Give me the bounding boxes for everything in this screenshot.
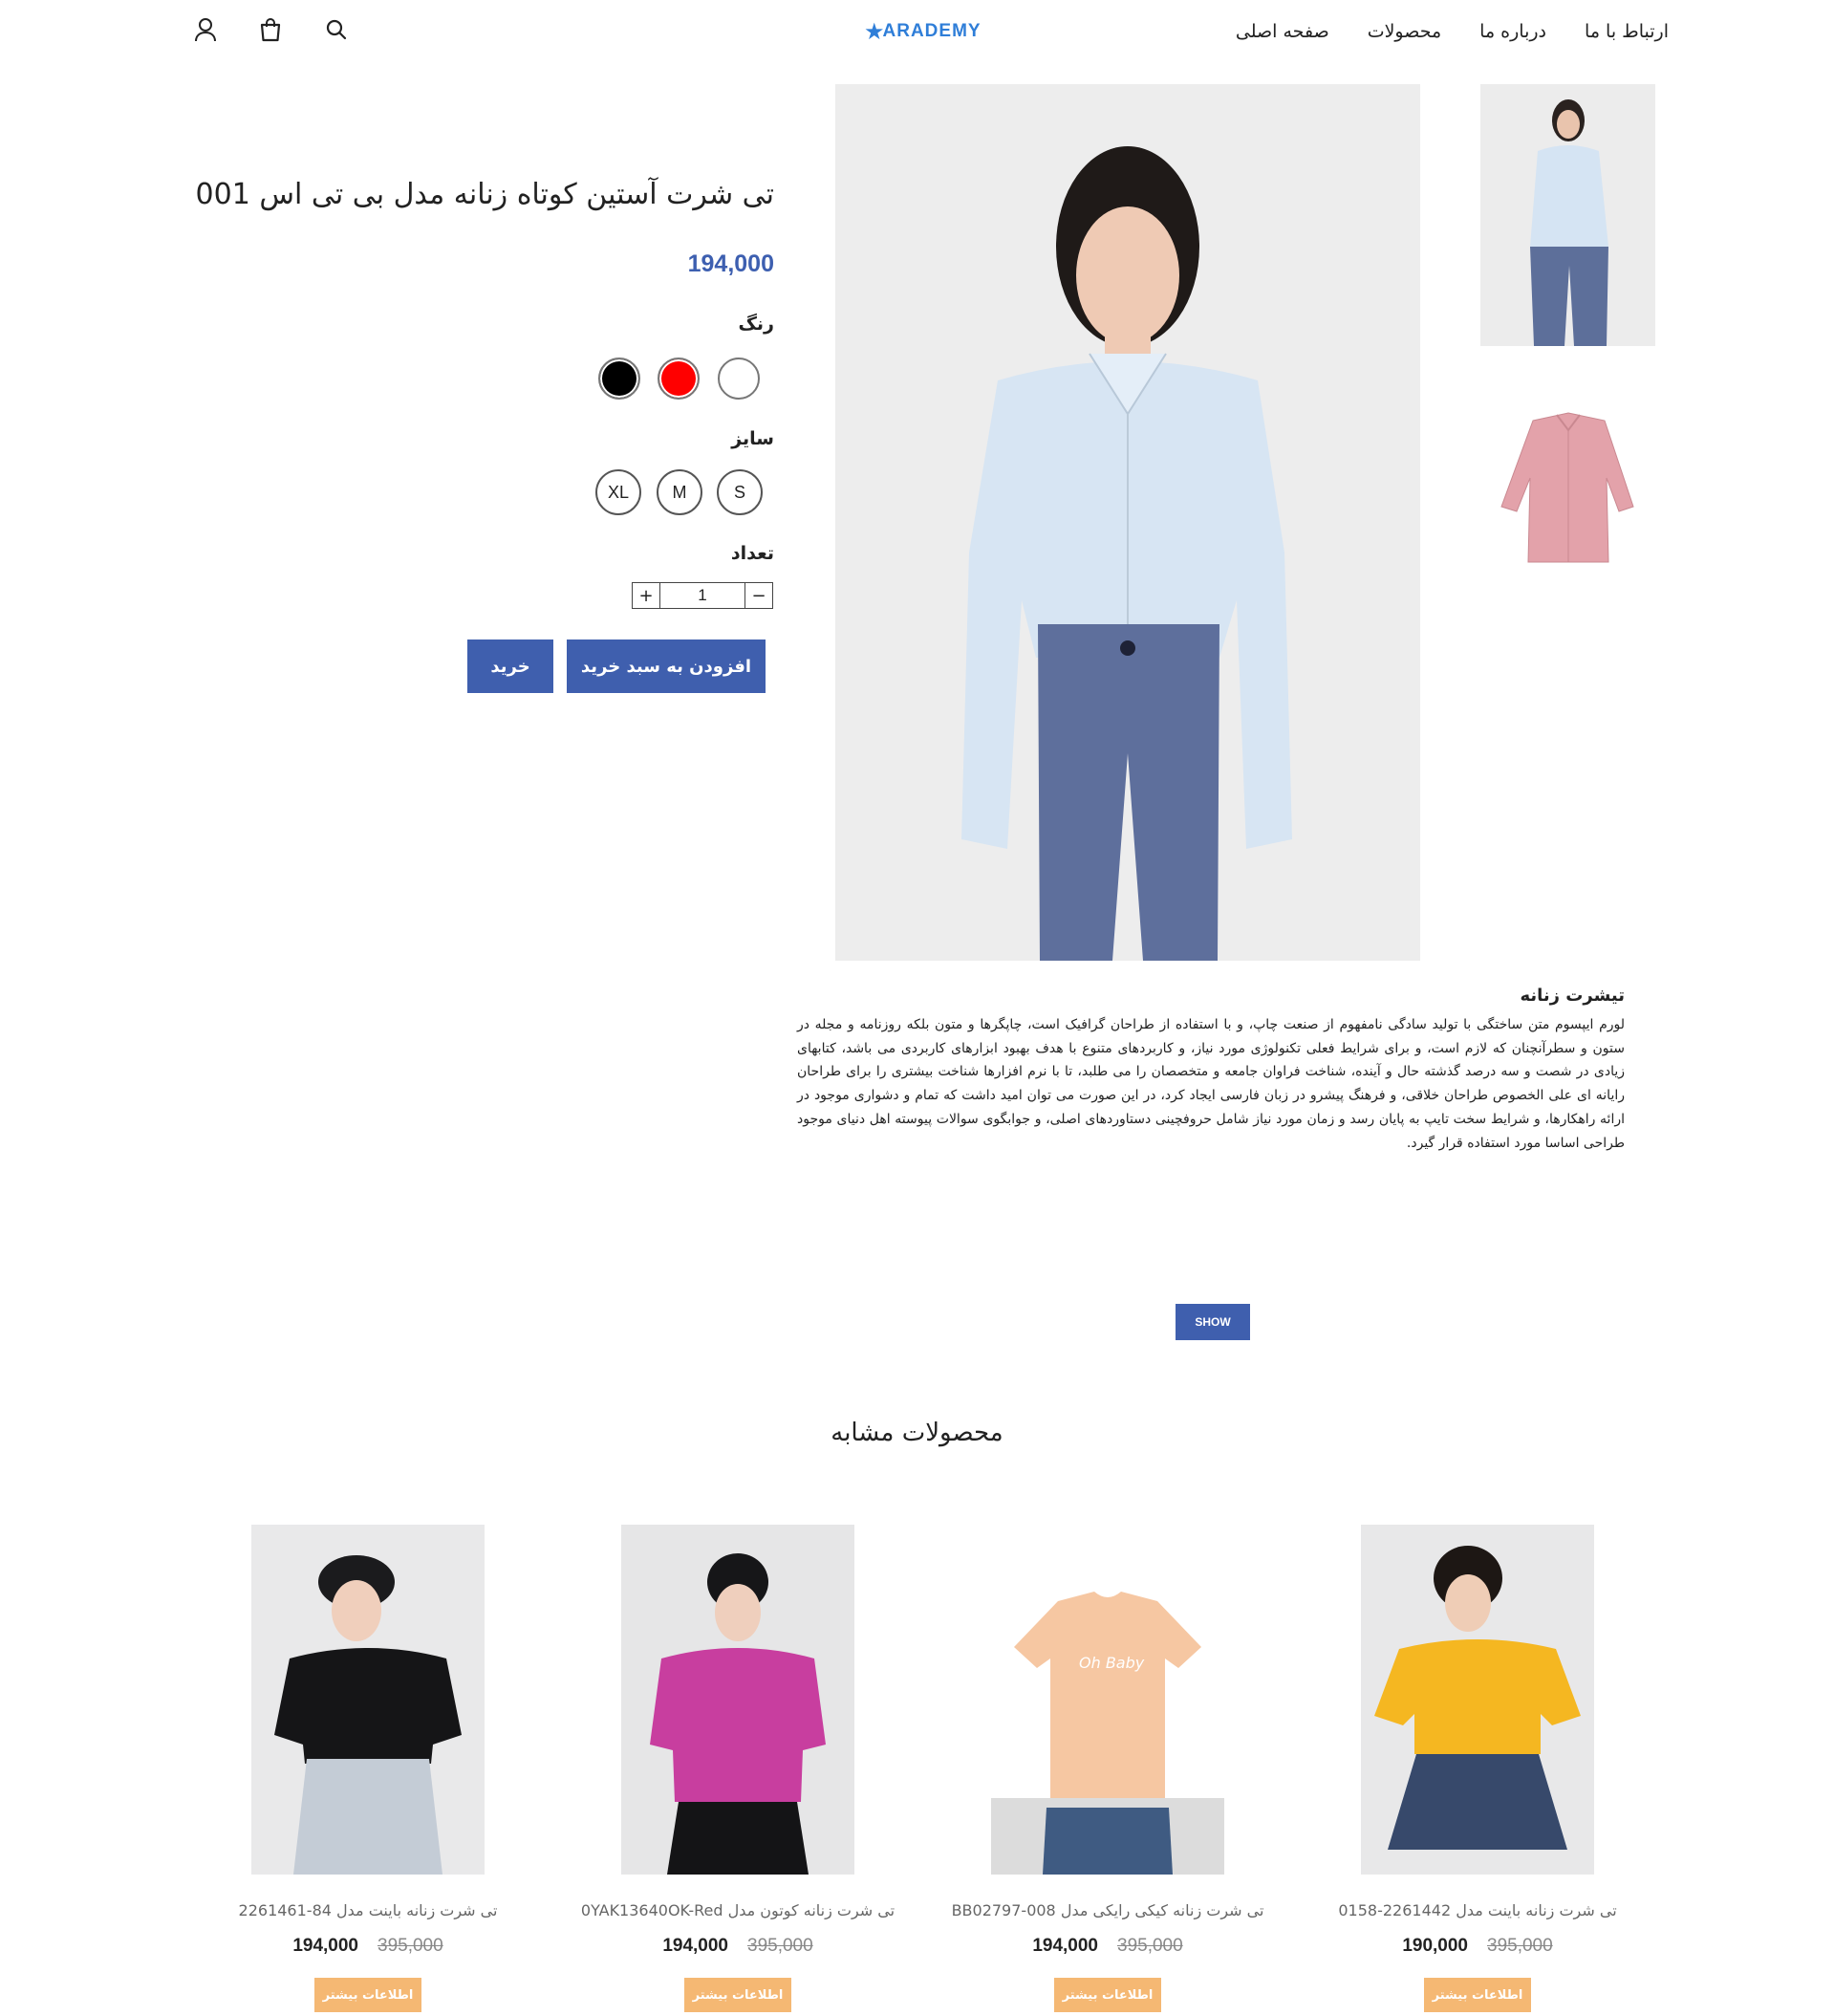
nav-contact[interactable]: ارتباط با ما (1585, 21, 1669, 42)
user-icon[interactable] (191, 15, 220, 44)
product-card-price: 194,000 (662, 1936, 728, 1956)
product-card-name[interactable]: تی شرت زنانه کیکی رایکی مدل BB02797-008 (905, 1901, 1310, 1919)
main-product-photo (835, 84, 1420, 961)
product-card-name[interactable]: تی شرت زنانه باینت مدل 2261442-0158 (1275, 1901, 1680, 1919)
site-logo[interactable]: ★ ARADEMY (864, 17, 982, 46)
increment-button[interactable]: + (633, 583, 660, 608)
thumbnail-2-photo (1480, 401, 1655, 574)
logo-text: ARADEMY (882, 21, 982, 41)
quantity-stepper: + 1 − (632, 582, 773, 609)
main-product-image (835, 84, 1420, 961)
nav-about[interactable]: درباره ما (1479, 21, 1546, 42)
product-card: Oh Baby تی شرت زنانه کیکی رایکی مدل BB02… (905, 1525, 1263, 2012)
product-card-old-price: 395,000 (378, 1936, 443, 1956)
product-card-prices: 194,000 395,000 (165, 1936, 571, 1957)
main-nav: صفحه اصلی محصولات درباره ما ارتباط با ما (1236, 21, 1669, 42)
add-to-cart-button[interactable]: افزودن به سبد خرید (567, 639, 766, 693)
product-card-name[interactable]: تی شرت زنانه کوتون مدل 0YAK13640OK-Red (535, 1901, 940, 1919)
thumbnail-1[interactable] (1480, 84, 1655, 346)
thumbnail-2[interactable] (1480, 401, 1655, 574)
product-card-prices: 194,000 395,000 (535, 1936, 940, 1957)
size-option-xl[interactable]: XL (595, 469, 641, 515)
description-title: تیشرت زنانه (1520, 986, 1625, 1006)
shopping-bag-icon[interactable] (256, 15, 285, 44)
product-card: تی شرت زنانه کوتون مدل 0YAK13640OK-Red 1… (535, 1525, 895, 2012)
product-card-image[interactable] (1361, 1525, 1594, 1875)
nav-home[interactable]: صفحه اصلی (1236, 21, 1329, 42)
product-card-old-price: 395,000 (1117, 1936, 1183, 1956)
quantity-value[interactable]: 1 (660, 583, 744, 608)
svg-text:Oh Baby: Oh Baby (1079, 1654, 1145, 1672)
product-card-price: 194,000 (292, 1936, 358, 1956)
more-info-button[interactable]: اطلاعات بیشتر (684, 1978, 791, 2012)
color-swatch-red[interactable] (658, 358, 700, 400)
more-info-button[interactable]: اطلاعات بیشتر (1054, 1978, 1161, 2012)
product-card-price: 194,000 (1032, 1936, 1098, 1956)
color-swatch-white[interactable] (718, 358, 760, 400)
description-text: لورم ایپسوم متن ساختگی با تولید سادگی نا… (797, 1017, 1625, 1151)
product-card-prices: 190,000 395,000 (1275, 1936, 1680, 1957)
similar-products-title: محصولات مشابه (831, 1419, 1003, 1447)
thumbnail-1-photo (1480, 84, 1655, 346)
product-card-price: 190,000 (1402, 1936, 1468, 1956)
decrement-button[interactable]: − (744, 583, 772, 608)
product-card-prices: 194,000 395,000 (905, 1936, 1310, 1957)
search-icon[interactable] (322, 15, 351, 44)
nav-products[interactable]: محصولات (1368, 21, 1441, 42)
show-button[interactable]: SHOW (1176, 1304, 1250, 1340)
product-card-image[interactable] (621, 1525, 854, 1875)
buy-button[interactable]: خرید (467, 639, 553, 693)
product-card: تی شرت زنانه باینت مدل 2261442-0158 190,… (1275, 1525, 1619, 2012)
size-label: سایز (731, 428, 774, 449)
quantity-label: تعداد (730, 543, 774, 564)
color-label: رنگ (738, 314, 774, 335)
size-option-s[interactable]: S (717, 469, 763, 515)
more-info-button[interactable]: اطلاعات بیشتر (1424, 1978, 1531, 2012)
product-card-image[interactable]: Oh Baby (991, 1525, 1224, 1875)
product-card-name[interactable]: تی شرت زنانه باینت مدل 84-2261461 (165, 1901, 571, 1919)
product-title: تی شرت آستین کوتاه زنانه مدل بی تی اس 00… (195, 178, 774, 211)
more-info-button[interactable]: اطلاعات بیشتر (314, 1978, 421, 2012)
product-card-image[interactable] (251, 1525, 485, 1875)
size-option-m[interactable]: M (657, 469, 702, 515)
product-card: تی شرت زنانه باینت مدل 84-2261461 194,00… (165, 1525, 509, 2012)
product-card-old-price: 395,000 (747, 1936, 813, 1956)
product-card-old-price: 395,000 (1487, 1936, 1553, 1956)
product-price: 194,000 (687, 250, 774, 277)
color-swatch-black[interactable] (598, 358, 640, 400)
logo-star-icon: ★ (864, 18, 885, 45)
